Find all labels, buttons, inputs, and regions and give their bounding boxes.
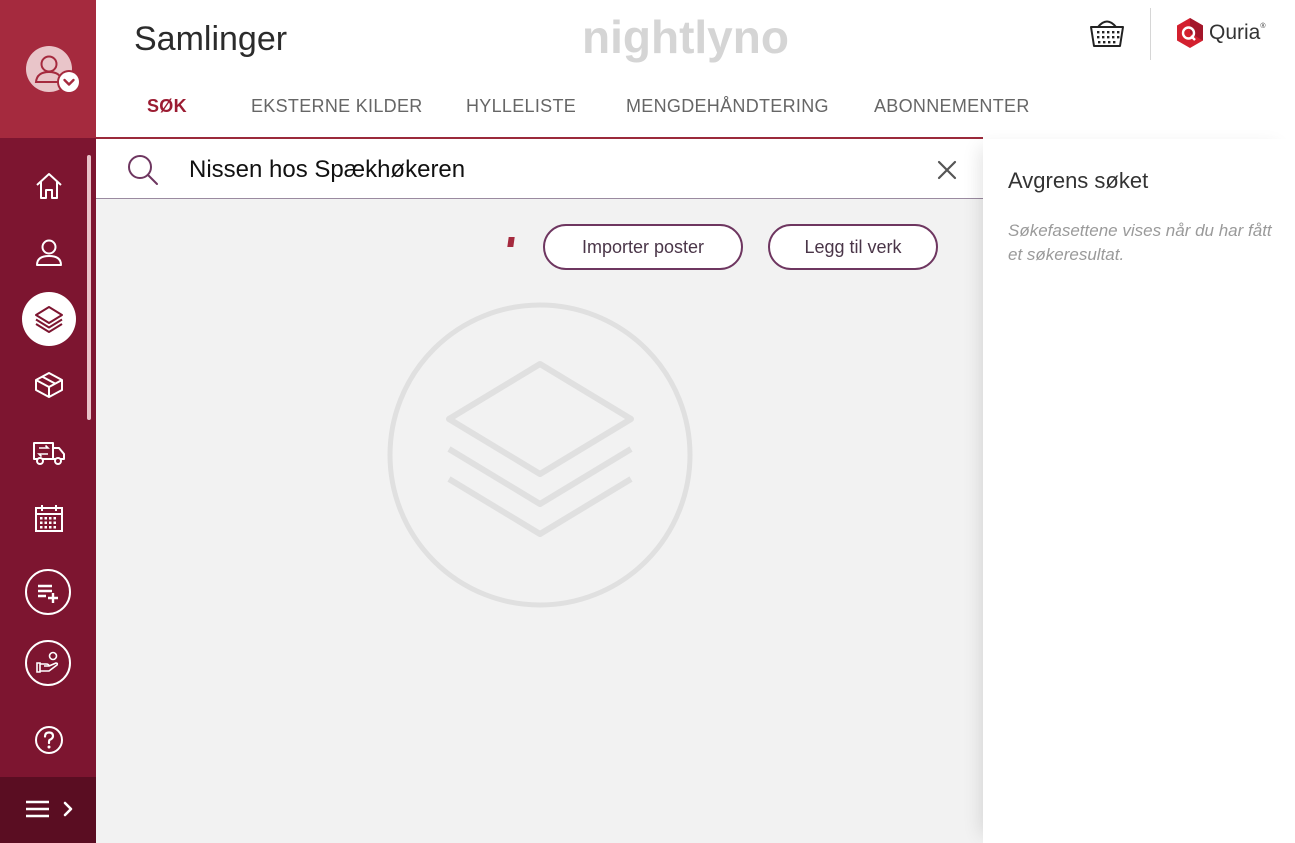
results-area: Importer poster Legg til verk (96, 199, 983, 843)
basket-icon (1090, 20, 1124, 47)
search-icon (128, 155, 158, 185)
sidebar-expand-button[interactable] (0, 777, 96, 843)
search-input[interactable]: Nissen hos Spækhøkeren (189, 156, 465, 184)
package-icon (35, 372, 63, 398)
sidebar-item-help[interactable] (22, 713, 76, 767)
calendar-icon (35, 505, 63, 532)
header-divider (1150, 8, 1151, 60)
basket-button[interactable] (1088, 14, 1126, 50)
sidebar-item-calendar[interactable] (22, 491, 76, 545)
page-title: Samlinger (134, 20, 288, 58)
sidebar-item-patrons[interactable] (22, 225, 76, 279)
chevron-down-icon (63, 78, 75, 86)
help-icon (35, 726, 63, 754)
menu-icon (26, 800, 73, 818)
close-icon[interactable] (936, 159, 958, 181)
sidebar-item-home[interactable] (22, 159, 76, 213)
facet-panel-hint: Søkefasettene vises når du har fått et s… (1008, 221, 1272, 264)
tab-external-sources[interactable]: EKSTERNE KILDER (251, 96, 423, 117)
search-bar: Nissen hos Spækhøkeren (96, 139, 983, 199)
brand-watermark: nightlyno (582, 11, 789, 63)
hand-icon (36, 651, 59, 673)
user-area (0, 0, 96, 138)
import-records-button[interactable]: Importer poster (543, 224, 743, 270)
sidebar-item-donations[interactable] (25, 640, 71, 686)
loading-indicator (507, 237, 515, 247)
sidebar-item-add-list[interactable] (25, 569, 71, 615)
user-menu-toggle[interactable] (57, 70, 81, 94)
tab-shelf-list[interactable]: HYLLELISTE (466, 96, 576, 117)
sidebar-item-transport[interactable] (22, 425, 76, 479)
sidebar (0, 0, 96, 843)
logo-text: Quria (1209, 21, 1261, 44)
sidebar-item-acquisitions[interactable] (22, 358, 76, 412)
tab-bar: SØK EKSTERNE KILDER HYLLELISTE MENGDEHÅN… (96, 90, 1029, 138)
tab-subscriptions[interactable]: ABONNEMENTER (874, 96, 1030, 117)
quria-logo: Quria ® (1176, 17, 1266, 49)
facet-panel-title: Avgrens søket (1008, 168, 1149, 193)
truck-icon (33, 442, 65, 465)
layers-icon (387, 302, 693, 608)
quria-logo-icon (1177, 18, 1203, 48)
layers-icon (35, 306, 63, 333)
home-icon (36, 173, 62, 199)
sidebar-item-collections[interactable] (22, 292, 76, 346)
add-work-button[interactable]: Legg til verk (768, 224, 938, 270)
logo-registered-mark: ® (1260, 22, 1266, 30)
tab-bulk-handling[interactable]: MENGDEHÅNDTERING (626, 96, 829, 117)
sidebar-scrollbar[interactable] (87, 155, 91, 420)
facet-panel: Avgrens søket Søkefasettene vises når du… (983, 139, 1295, 843)
user-icon (36, 239, 62, 266)
tab-search[interactable]: SØK (147, 96, 187, 117)
add-list-icon (38, 584, 58, 603)
